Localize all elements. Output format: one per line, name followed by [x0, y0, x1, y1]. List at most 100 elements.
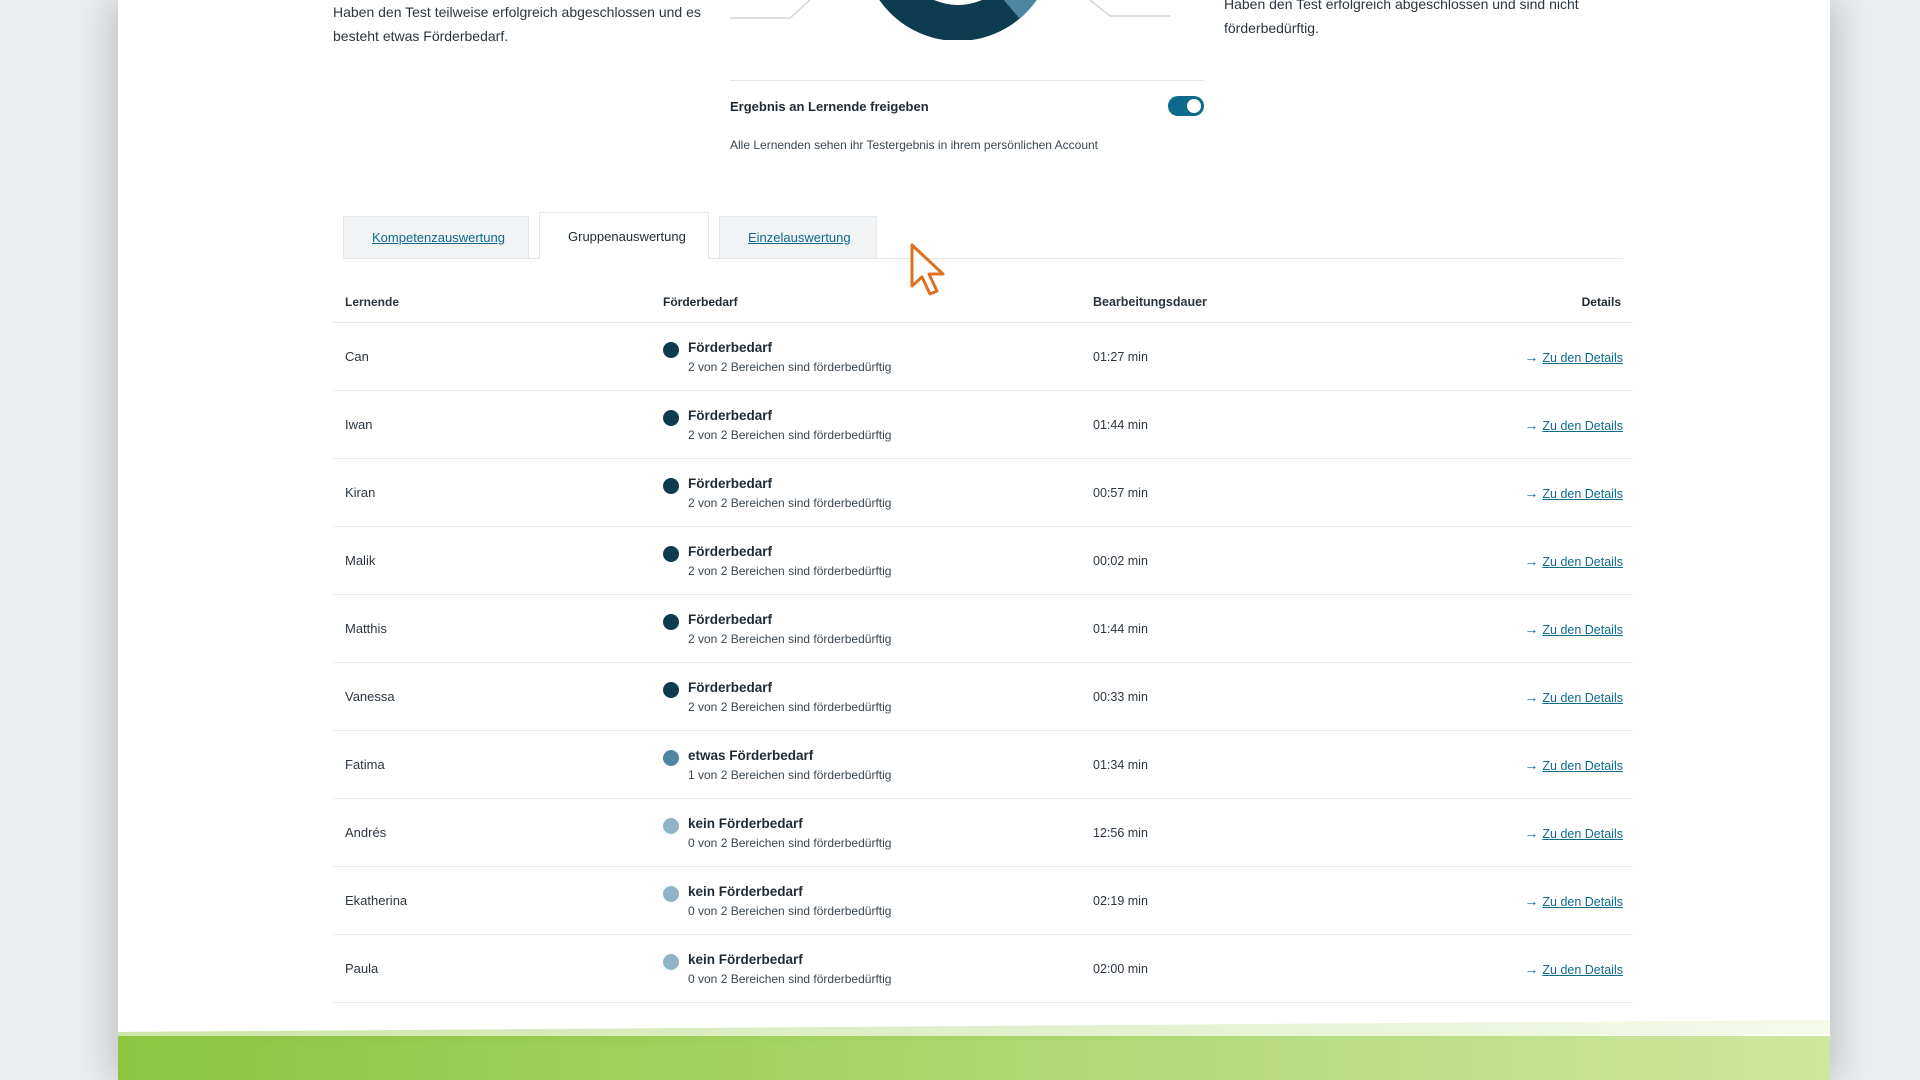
release-setting-row: Ergebnis an Lernende freigeben: [730, 80, 1204, 131]
arrow-right-icon: →: [1524, 416, 1539, 433]
duration: 01:34 min: [1093, 757, 1148, 772]
arrow-right-icon: →: [1524, 348, 1539, 365]
need-status-dot-icon: [663, 953, 679, 970]
details-link[interactable]: Zu den Details: [1542, 623, 1623, 637]
need-cell: kein Förderbedarf 0 von 2 Bereichen sind …: [663, 952, 1093, 986]
details-cell: → Zu den Details: [1423, 621, 1633, 637]
learner-name: Iwan: [345, 417, 373, 432]
learner-name: Can: [345, 349, 369, 364]
details-cell: → Zu den Details: [1423, 961, 1633, 977]
details-link[interactable]: Zu den Details: [1542, 895, 1623, 909]
need-status-dot-icon: [663, 545, 679, 562]
need-status-dot-icon: [663, 749, 679, 766]
learner-name: Kiran: [345, 485, 376, 500]
need-level: kein Förderbedarf: [688, 951, 803, 967]
learner-name: Andrés: [345, 825, 387, 840]
duration: 01:44 min: [1093, 417, 1148, 432]
table-row: Vanessa Förderbedarf 2 von 2 Bereichen sin…: [333, 663, 1633, 731]
table-row: Malik Förderbedarf 2 von 2 Bereichen sind …: [333, 527, 1633, 595]
details-link[interactable]: Zu den Details: [1542, 487, 1623, 501]
details-cell: → Zu den Details: [1423, 757, 1633, 773]
need-level: Förderbedarf: [688, 679, 773, 695]
table-row: Kiran Förderbedarf 2 von 2 Bereichen sind …: [333, 459, 1633, 527]
need-areas: 1 von 2 Bereichen sind förderbedürftig: [688, 767, 892, 782]
tab-kompetenzauswertung[interactable]: Kompetenzauswertung: [343, 216, 529, 258]
learner-name: Ekatherina: [345, 893, 408, 908]
table-body: Can Förderbedarf 2 von 2 Bereichen sind fö…: [333, 323, 1633, 1003]
need-areas: 2 von 2 Bereichen sind förderbedürftig: [688, 495, 892, 510]
page-card: Haben den Test teilweise erfolgreich abg…: [118, 0, 1830, 1080]
release-label: Ergebnis an Lernende freigeben: [730, 98, 929, 114]
arrow-right-icon: →: [1524, 892, 1539, 909]
table-header: Lernende Förderbedarf Bearbeitungsdauer …: [333, 282, 1633, 323]
tab-einzelauswertung[interactable]: Einzelauswertung: [719, 216, 877, 258]
need-level: Förderbedarf: [688, 611, 773, 627]
need-status-dot-icon: [663, 341, 679, 358]
intro-text-partial: Haben den Test teilweise erfolgreich abg…: [333, 4, 701, 44]
need-cell: Förderbedarf 2 von 2 Bereichen sind förde…: [663, 612, 1093, 646]
need-areas: 2 von 2 Bereichen sind förderbedürftig: [688, 699, 892, 714]
table-row: Matthis Förderbedarf 2 von 2 Bereichen sin…: [333, 595, 1633, 663]
table-row: Iwan Förderbedarf 2 von 2 Bereichen sind f…: [333, 391, 1633, 459]
header-details: Details: [1581, 295, 1621, 309]
duration: 12:56 min: [1093, 825, 1148, 840]
header-need: Förderbedarf: [663, 295, 738, 309]
need-areas: 0 von 2 Bereichen sind förderbedürftig: [688, 971, 892, 986]
arrow-right-icon: →: [1524, 688, 1539, 705]
need-areas: 2 von 2 Bereichen sind förderbedürftig: [688, 359, 892, 374]
need-cell: kein Förderbedarf 0 von 2 Bereichen sind …: [663, 884, 1093, 918]
mouse-pointer-icon: [910, 243, 945, 296]
details-link[interactable]: Zu den Details: [1542, 351, 1623, 365]
need-cell: Förderbedarf 2 von 2 Bereichen sind förde…: [663, 476, 1093, 510]
result-donut-chart: [879, 0, 1037, 40]
intro-text-success: Haben den Test erfolgreich abgeschlossen…: [1224, 0, 1579, 36]
details-cell: → Zu den Details: [1423, 825, 1633, 841]
need-status-dot-icon: [663, 817, 679, 834]
header-learners: Lernende: [345, 295, 400, 309]
table-row: Paula kein Förderbedarf 0 von 2 Bereichen …: [333, 935, 1633, 1003]
duration: 00:33 min: [1093, 689, 1148, 704]
release-toggle[interactable]: [1168, 96, 1204, 116]
details-cell: → Zu den Details: [1423, 417, 1633, 433]
details-link[interactable]: Zu den Details: [1542, 691, 1623, 705]
need-level: kein Förderbedarf: [688, 815, 803, 831]
release-hint: Alle Lernenden sehen ihr Testergebnis in…: [730, 138, 1099, 152]
learners-table: Lernende Förderbedarf Bearbeitungsdauer …: [333, 282, 1633, 1003]
details-link[interactable]: Zu den Details: [1542, 555, 1623, 569]
learner-name: Fatima: [345, 757, 385, 772]
duration: 02:19 min: [1093, 893, 1148, 908]
table-row: Ekatherina kein Förderbedarf 0 von 2 Berei…: [333, 867, 1633, 935]
details-link[interactable]: Zu den Details: [1542, 963, 1623, 977]
table-row: Andrés kein Förderbedarf 0 von 2 Bereichen…: [333, 799, 1633, 867]
details-cell: → Zu den Details: [1423, 553, 1633, 569]
duration: 02:00 min: [1093, 961, 1148, 976]
need-status-dot-icon: [663, 409, 679, 426]
arrow-right-icon: →: [1524, 552, 1539, 569]
details-link[interactable]: Zu den Details: [1542, 827, 1623, 841]
details-cell: → Zu den Details: [1423, 893, 1633, 909]
need-level: Förderbedarf: [688, 543, 773, 559]
learner-name: Malik: [345, 553, 376, 568]
footer-band: [118, 1036, 1830, 1080]
details-link[interactable]: Zu den Details: [1542, 759, 1623, 773]
details-cell: → Zu den Details: [1423, 689, 1633, 705]
need-cell: Förderbedarf 2 von 2 Bereichen sind förde…: [663, 340, 1093, 374]
table-row: Can Förderbedarf 2 von 2 Bereichen sind fö…: [333, 323, 1633, 391]
need-cell: Förderbedarf 2 von 2 Bereichen sind förde…: [663, 680, 1093, 714]
duration: 01:27 min: [1093, 349, 1148, 364]
evaluation-tabs: Kompetenzauswertung Gruppenauswertung Ei…: [343, 212, 1623, 259]
need-areas: 2 von 2 Bereichen sind förderbedürftig: [688, 563, 892, 578]
details-link[interactable]: Zu den Details: [1542, 419, 1623, 433]
need-areas: 0 von 2 Bereichen sind förderbedürftig: [688, 903, 892, 918]
need-level: Förderbedarf: [688, 407, 773, 423]
need-status-dot-icon: [663, 613, 679, 630]
arrow-right-icon: →: [1524, 484, 1539, 501]
learner-name: Matthis: [345, 621, 387, 636]
need-level: Förderbedarf: [688, 475, 773, 491]
tab-gruppenauswertung[interactable]: Gruppenauswertung: [539, 212, 709, 259]
need-cell: Förderbedarf 2 von 2 Bereichen sind förde…: [663, 544, 1093, 578]
details-cell: → Zu den Details: [1423, 349, 1633, 365]
need-areas: 2 von 2 Bereichen sind förderbedürftig: [688, 631, 892, 646]
table-row: Fatima etwas Förderbedarf 1 von 2 Bereiche…: [333, 731, 1633, 799]
duration: 00:57 min: [1093, 485, 1148, 500]
